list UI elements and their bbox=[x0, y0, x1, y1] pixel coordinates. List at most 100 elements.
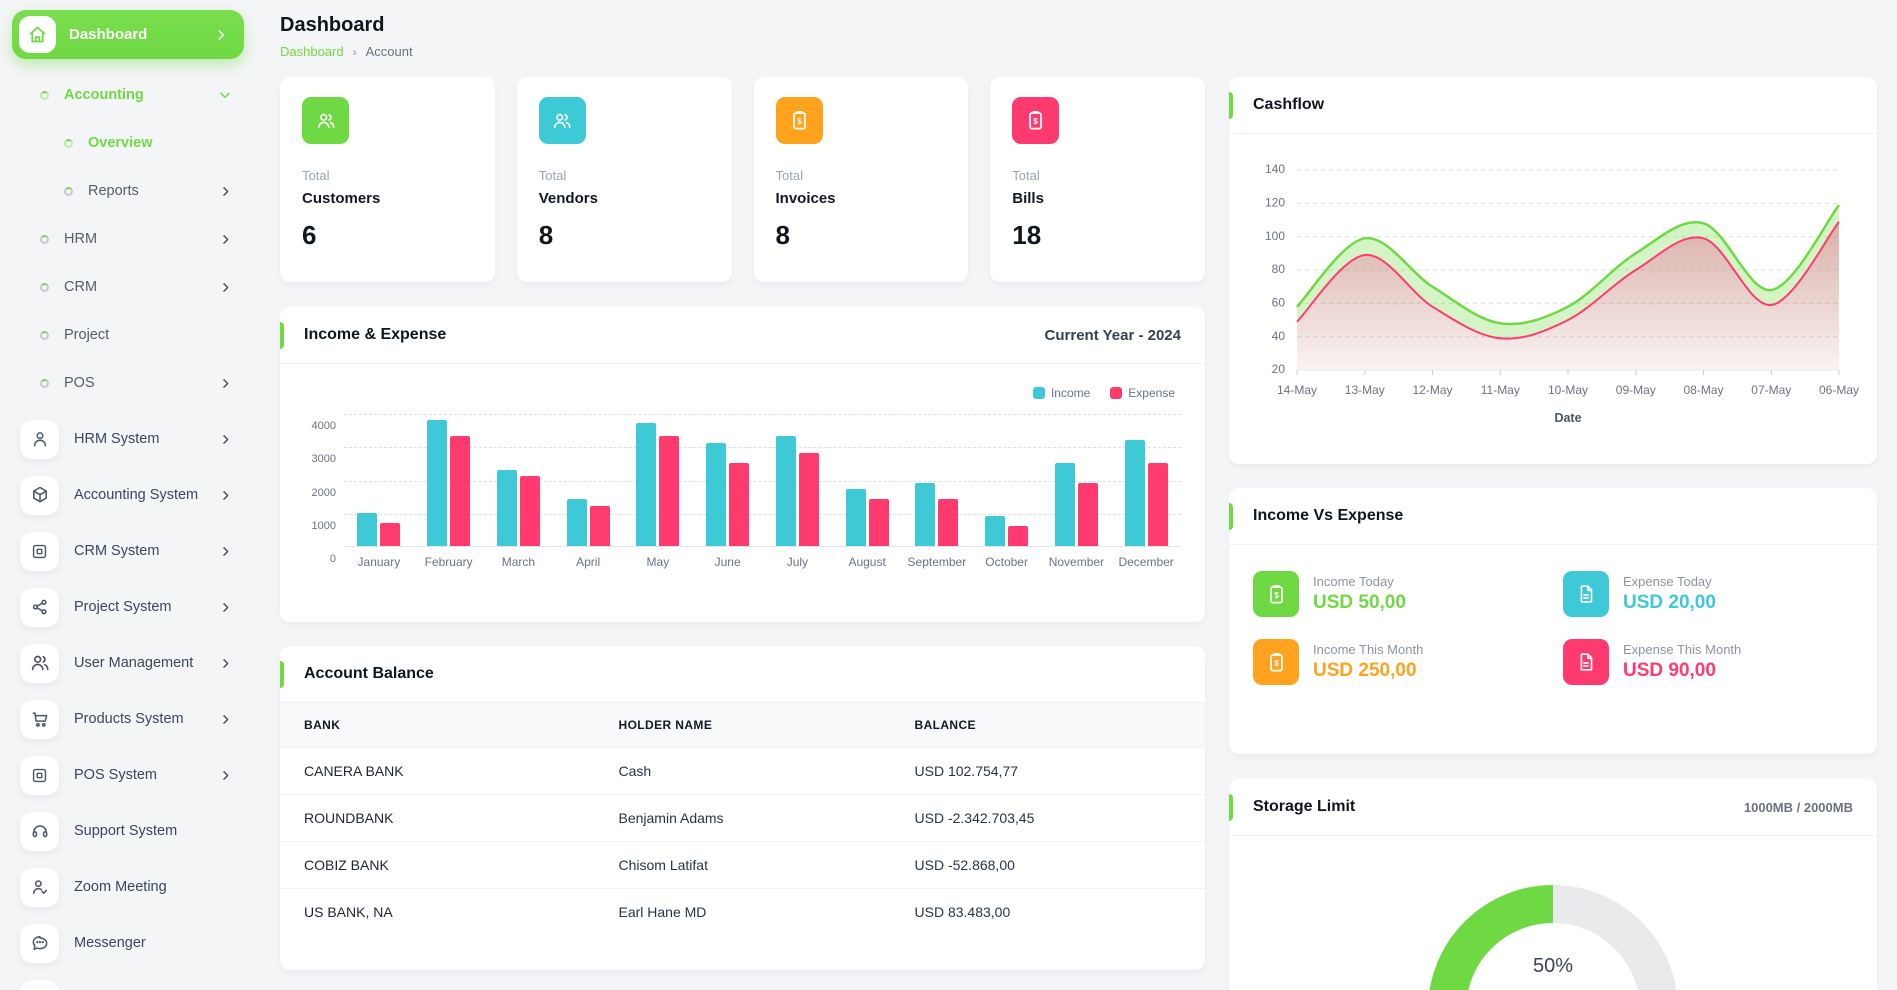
balance-cell: USD -2.342.703,45 bbox=[891, 795, 1206, 842]
breadcrumb-current: Account bbox=[366, 44, 413, 59]
y-axis-tick-label: 120 bbox=[1265, 195, 1285, 209]
y-axis-tick-label: 60 bbox=[1272, 295, 1286, 309]
file-icon bbox=[1563, 639, 1609, 685]
bar-group-february bbox=[414, 414, 484, 546]
x-axis-tick-label: 14-May bbox=[1277, 383, 1317, 397]
summary-value: USD 50,00 bbox=[1313, 592, 1406, 614]
users-icon bbox=[539, 97, 586, 144]
bar-group-april bbox=[553, 414, 623, 546]
income-bar[interactable] bbox=[985, 516, 1005, 546]
stat-label: Invoices bbox=[776, 190, 947, 207]
circle-bullet-icon bbox=[40, 283, 49, 292]
sidebar-item-user-management[interactable]: User Management bbox=[12, 635, 244, 691]
card-title: Income & Expense bbox=[304, 326, 446, 344]
sidebar-item-hrm-system[interactable]: HRM System bbox=[12, 411, 244, 467]
expense-bar[interactable] bbox=[729, 463, 749, 546]
sidebar-item-label: Products System bbox=[74, 711, 219, 727]
expense-bar[interactable] bbox=[938, 499, 958, 546]
sidebar-systems-menu: HRM System Accounting System CRM System … bbox=[12, 411, 244, 990]
bank-cell: ROUNDBANK bbox=[280, 795, 595, 842]
income-bar[interactable] bbox=[497, 470, 517, 546]
x-axis-tick-label: December bbox=[1111, 555, 1181, 569]
sidebar-item-products-system[interactable]: Products System bbox=[12, 691, 244, 747]
sidebar: Dashboard Accounting Overview Reports HR… bbox=[0, 0, 256, 990]
stat-cards-row: Total Customers 6 Total Vendors 8$ Total… bbox=[280, 77, 1205, 282]
income-expense-card-header: Income & Expense Current Year - 2024 bbox=[280, 307, 1205, 364]
bar-group-january bbox=[344, 414, 414, 546]
user-icon bbox=[20, 420, 59, 459]
income-bar[interactable] bbox=[636, 423, 656, 546]
x-axis-labels: JanuaryFebruaryMarchAprilMayJuneJulyAugu… bbox=[344, 555, 1181, 569]
sidebar-item-overview[interactable]: Overview bbox=[12, 119, 244, 167]
circle-bullet-icon bbox=[40, 379, 49, 388]
stat-prefix: Total bbox=[302, 168, 473, 183]
chevron-right-icon bbox=[219, 377, 232, 390]
y-axis-tick-label: 100 bbox=[1265, 229, 1285, 243]
expense-bar[interactable] bbox=[659, 436, 679, 546]
x-axis-tick-label: 10-May bbox=[1548, 383, 1588, 397]
legend-item-income[interactable]: Income bbox=[1033, 386, 1090, 400]
income-bar[interactable] bbox=[357, 513, 377, 546]
sidebar-item-support-system[interactable]: Support System bbox=[12, 803, 244, 859]
income-bar[interactable] bbox=[776, 436, 796, 546]
sidebar-item-accounting-system[interactable]: Accounting System bbox=[12, 467, 244, 523]
x-axis-tick-label: June bbox=[693, 555, 763, 569]
bank-cell: COBIZ BANK bbox=[280, 842, 595, 889]
sidebar-item-project-system[interactable]: Project System bbox=[12, 579, 244, 635]
cashflow-card-header: Cashflow bbox=[1229, 77, 1877, 134]
income-bar[interactable] bbox=[915, 483, 935, 546]
expense-bar[interactable] bbox=[1078, 483, 1098, 546]
cart-icon bbox=[20, 700, 59, 739]
sidebar-item-pos[interactable]: POS bbox=[12, 359, 244, 407]
expense-bar[interactable] bbox=[520, 476, 540, 546]
expense-bar[interactable] bbox=[799, 453, 819, 546]
sidebar-item-crm[interactable]: CRM bbox=[12, 263, 244, 311]
bell-icon bbox=[20, 980, 59, 990]
x-axis-tick-label: March bbox=[484, 555, 554, 569]
legend-item-expense[interactable]: Expense bbox=[1110, 386, 1175, 400]
expense-bar[interactable] bbox=[380, 523, 400, 546]
chevron-right-icon bbox=[219, 545, 232, 558]
sidebar-item-notification-template[interactable]: Notification Template bbox=[12, 971, 244, 990]
sidebar-item-label: Reports bbox=[88, 183, 219, 199]
income-bar[interactable] bbox=[427, 420, 447, 546]
x-axis-tick-label: May bbox=[623, 555, 693, 569]
stat-prefix: Total bbox=[1012, 168, 1183, 183]
sidebar-item-dashboard[interactable]: Dashboard bbox=[12, 10, 244, 59]
expense-bar[interactable] bbox=[869, 499, 889, 546]
expense-bar[interactable] bbox=[450, 436, 470, 546]
expense-bar[interactable] bbox=[1148, 463, 1168, 546]
stat-value: 8 bbox=[539, 220, 710, 251]
summary-value: USD 20,00 bbox=[1623, 592, 1716, 614]
sidebar-item-project[interactable]: Project bbox=[12, 311, 244, 359]
sidebar-item-accounting[interactable]: Accounting bbox=[12, 71, 244, 119]
income-bar[interactable] bbox=[1055, 463, 1075, 546]
bar-group-july bbox=[763, 414, 833, 546]
invoice-icon: $ bbox=[1253, 571, 1299, 617]
sidebar-item-pos-system[interactable]: POS System bbox=[12, 747, 244, 803]
sidebar-item-label: Messenger bbox=[74, 935, 232, 951]
expense-bar[interactable] bbox=[590, 506, 610, 546]
sidebar-item-reports[interactable]: Reports bbox=[12, 167, 244, 215]
chevron-right-icon bbox=[219, 713, 232, 726]
income-bar[interactable] bbox=[846, 489, 866, 546]
sidebar-item-hrm[interactable]: HRM bbox=[12, 215, 244, 263]
sidebar-item-zoom-meeting[interactable]: Zoom Meeting bbox=[12, 859, 244, 915]
breadcrumb-home-link[interactable]: Dashboard bbox=[280, 44, 344, 59]
bar-group-october bbox=[972, 414, 1042, 546]
sidebar-item-crm-system[interactable]: CRM System bbox=[12, 523, 244, 579]
x-axis-tick-label: 09-May bbox=[1616, 383, 1656, 397]
holder-cell: Earl Hane MD bbox=[595, 889, 891, 936]
expense-bar[interactable] bbox=[1008, 526, 1028, 546]
table-header-row: BANKHOLDER NAMEBALANCE bbox=[280, 703, 1205, 748]
stat-value: 8 bbox=[776, 220, 947, 251]
summary-value: USD 90,00 bbox=[1623, 660, 1741, 682]
holder-cell: Chisom Latifat bbox=[595, 842, 891, 889]
card-title: Income Vs Expense bbox=[1253, 507, 1403, 525]
sidebar-item-messenger[interactable]: Messenger bbox=[12, 915, 244, 971]
income-bar[interactable] bbox=[567, 499, 587, 546]
income-bar[interactable] bbox=[1125, 440, 1145, 546]
sidebar-item-label: Support System bbox=[74, 823, 232, 839]
x-axis-tick-label: February bbox=[414, 555, 484, 569]
income-bar[interactable] bbox=[706, 443, 726, 546]
